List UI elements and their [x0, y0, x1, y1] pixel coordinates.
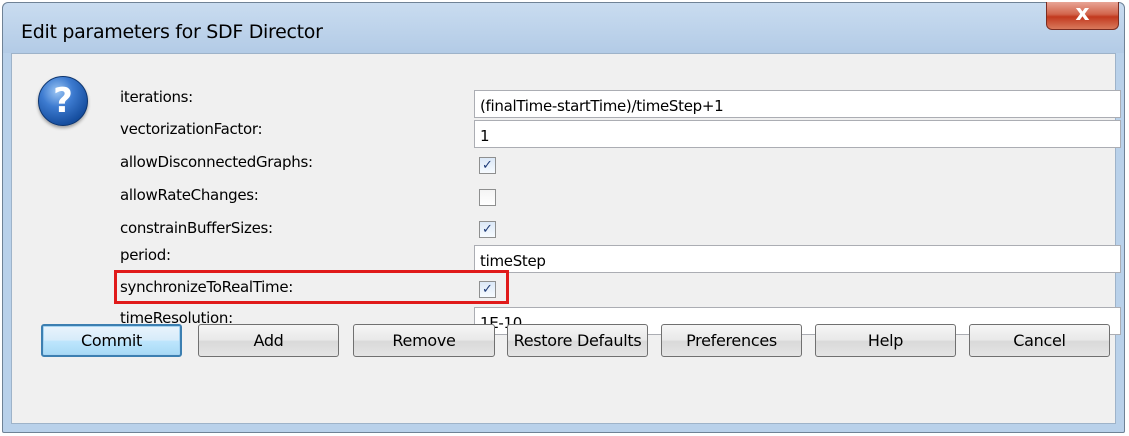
commit-button[interactable]: Commit [41, 324, 182, 357]
remove-button[interactable]: Remove [353, 324, 495, 357]
help-button[interactable]: Help [815, 324, 956, 357]
label-allow-rate-changes: allowRateChanges: [120, 186, 259, 204]
restore-defaults-button[interactable]: Restore Defaults [507, 324, 648, 357]
preferences-button[interactable]: Preferences [661, 324, 802, 357]
close-button[interactable]: x [1046, 2, 1119, 30]
label-allow-disconnected-graphs: allowDisconnectedGraphs: [120, 153, 313, 171]
allow-disconnected-graphs-checkbox[interactable]: ✓ [479, 157, 496, 174]
label-vectorization-factor: vectorizationFactor: [120, 120, 263, 138]
period-field[interactable]: timeStep [474, 245, 1121, 273]
checkmark-icon: ✓ [482, 222, 493, 237]
allow-rate-changes-checkbox[interactable] [479, 189, 496, 206]
parameters-panel: ? iterations: (finalTime-startTime)/time… [11, 53, 1121, 424]
checkmark-icon: ✓ [482, 158, 493, 173]
constrain-buffer-sizes-checkbox[interactable]: ✓ [479, 221, 496, 238]
vectorization-factor-field[interactable]: 1 [474, 120, 1121, 148]
title-bar[interactable]: Edit parameters for SDF Director x [3, 2, 1124, 53]
label-iterations: iterations: [120, 88, 193, 106]
highlight-annotation-box [114, 270, 509, 304]
iterations-field[interactable]: (finalTime-startTime)/timeStep+1 [474, 90, 1121, 118]
help-question-icon: ? [38, 76, 88, 126]
label-period: period: [120, 246, 171, 264]
dialog-window: Edit parameters for SDF Director x ? ite… [2, 2, 1125, 433]
label-constrain-buffer-sizes: constrainBufferSizes: [120, 219, 273, 237]
cancel-button[interactable]: Cancel [969, 324, 1110, 357]
dialog-title: Edit parameters for SDF Director [21, 21, 323, 43]
add-button[interactable]: Add [198, 324, 339, 357]
